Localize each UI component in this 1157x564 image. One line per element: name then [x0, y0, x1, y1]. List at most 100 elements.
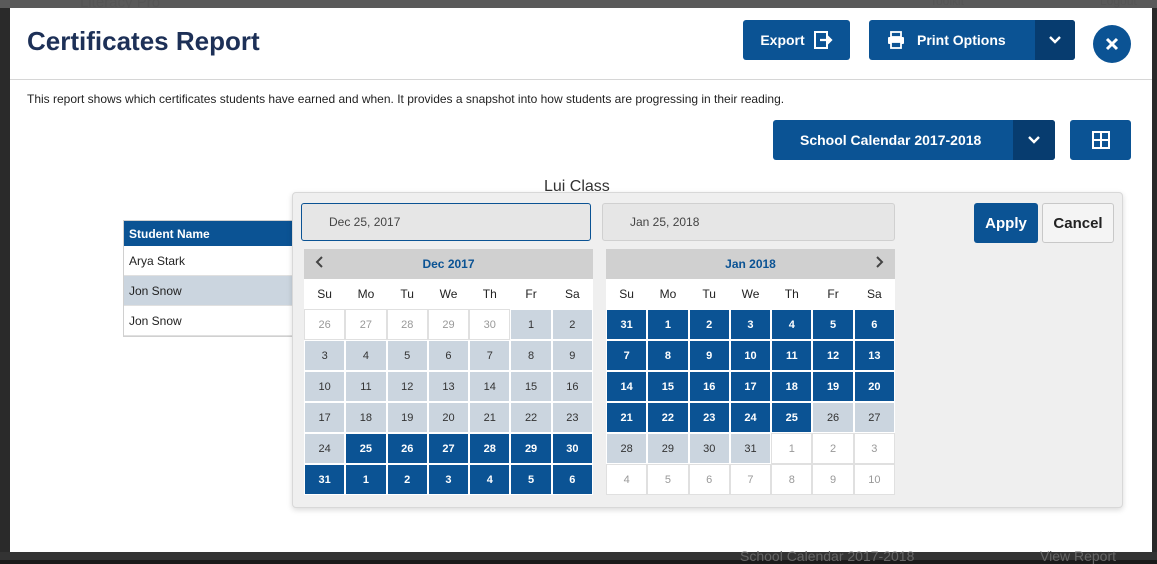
calendar-day[interactable]: 14 [606, 371, 648, 402]
calendar-day[interactable]: 24 [729, 402, 772, 433]
calendar-day[interactable]: 30 [551, 433, 593, 464]
school-calendar-select[interactable]: School Calendar 2017-2018 [773, 120, 1055, 160]
calendar-day[interactable]: 27 [853, 402, 895, 433]
calendar-day[interactable]: 8 [647, 340, 689, 371]
calendar-day[interactable]: 23 [551, 402, 593, 433]
calendar-day[interactable]: 7 [606, 340, 648, 371]
calendar-day[interactable]: 28 [386, 309, 428, 340]
calendar-day[interactable]: 18 [345, 402, 387, 433]
weekday-label: Fr [827, 287, 839, 301]
calendar-day[interactable]: 6 [427, 340, 470, 371]
calendar-day[interactable]: 29 [647, 433, 689, 464]
calendar-day[interactable]: 7 [729, 464, 772, 495]
calendar-day[interactable]: 3 [729, 309, 772, 340]
calendar-day[interactable]: 22 [647, 402, 689, 433]
calendar-day[interactable]: 20 [853, 371, 895, 402]
calendar-day[interactable]: 29 [427, 309, 470, 340]
calendar-day[interactable]: 7 [469, 340, 511, 371]
calendar-day[interactable]: 19 [812, 371, 854, 402]
calendar-day[interactable]: 27 [427, 433, 470, 464]
calendar-day[interactable]: 8 [510, 340, 552, 371]
calendar-day[interactable]: 22 [510, 402, 552, 433]
calendar-day[interactable]: 1 [345, 464, 387, 495]
calendar-day[interactable]: 17 [304, 402, 346, 433]
calendar-day[interactable]: 3 [427, 464, 470, 495]
print-options-button[interactable]: Print Options [869, 20, 1075, 60]
calendar-day[interactable]: 26 [812, 402, 854, 433]
calendar-day[interactable]: 13 [427, 371, 470, 402]
grid-view-button[interactable] [1070, 120, 1131, 160]
calendar-day[interactable]: 12 [812, 340, 854, 371]
print-options-main[interactable]: Print Options [869, 20, 1035, 60]
calendar-day[interactable]: 1 [771, 433, 813, 464]
calendar-day[interactable]: 20 [427, 402, 470, 433]
prev-month-button[interactable] [312, 255, 328, 273]
next-month-button[interactable] [871, 255, 887, 273]
calendar-day[interactable]: 4 [771, 309, 813, 340]
calendar-day[interactable]: 15 [510, 371, 552, 402]
calendar-day[interactable]: 27 [345, 309, 387, 340]
calendar-day[interactable]: 9 [551, 340, 593, 371]
close-button[interactable] [1093, 25, 1131, 63]
calendar-day[interactable]: 21 [469, 402, 511, 433]
calendar-day[interactable]: 11 [771, 340, 813, 371]
calendar-day[interactable]: 10 [304, 371, 346, 402]
calendar-day[interactable]: 5 [386, 340, 428, 371]
calendar-day[interactable]: 2 [812, 433, 854, 464]
calendar-day[interactable]: 16 [551, 371, 593, 402]
backdrop-calendar: School Calendar 2017-2018 [740, 548, 915, 564]
calendar-day[interactable]: 13 [853, 340, 895, 371]
apply-button[interactable]: Apply [974, 203, 1038, 243]
calendar-day[interactable]: 29 [510, 433, 552, 464]
calendar-day[interactable]: 30 [469, 309, 511, 340]
calendar-day[interactable]: 15 [647, 371, 689, 402]
calendar-day[interactable]: 3 [853, 433, 895, 464]
calendar-day[interactable]: 1 [647, 309, 689, 340]
calendar-day[interactable]: 3 [304, 340, 346, 371]
calendar-day[interactable]: 31 [729, 433, 772, 464]
calendar-day[interactable]: 21 [606, 402, 648, 433]
calendar-day[interactable]: 6 [853, 309, 895, 340]
calendar-day[interactable]: 4 [469, 464, 511, 495]
school-calendar-dropdown[interactable] [1013, 120, 1055, 160]
calendar-day[interactable]: 26 [304, 309, 346, 340]
calendar-day[interactable]: 10 [853, 464, 895, 495]
calendar-day[interactable]: 2 [688, 309, 730, 340]
calendar-day[interactable]: 23 [688, 402, 730, 433]
calendar-day[interactable]: 6 [688, 464, 730, 495]
calendar-day[interactable]: 25 [345, 433, 387, 464]
calendar-day[interactable]: 11 [345, 371, 387, 402]
calendar-day[interactable]: 5 [510, 464, 552, 495]
calendar-day[interactable]: 18 [771, 371, 813, 402]
end-date-input[interactable]: Jan 25, 2018 [602, 203, 895, 241]
calendar-day[interactable]: 2 [386, 464, 428, 495]
export-button[interactable]: Export [743, 20, 850, 60]
calendar-day[interactable]: 4 [345, 340, 387, 371]
calendar-day[interactable]: 6 [551, 464, 593, 495]
calendar-day[interactable]: 28 [606, 433, 648, 464]
calendar-day[interactable]: 26 [386, 433, 428, 464]
calendar-day[interactable]: 16 [688, 371, 730, 402]
calendar-day[interactable]: 14 [469, 371, 511, 402]
calendar-day[interactable]: 10 [729, 340, 772, 371]
calendar-day[interactable]: 17 [729, 371, 772, 402]
calendar-day[interactable]: 31 [606, 309, 648, 340]
calendar-day[interactable]: 12 [386, 371, 428, 402]
calendar-day[interactable]: 28 [469, 433, 511, 464]
cancel-button[interactable]: Cancel [1042, 203, 1114, 243]
calendar-day[interactable]: 19 [386, 402, 428, 433]
calendar-day[interactable]: 5 [647, 464, 689, 495]
calendar-day[interactable]: 30 [688, 433, 730, 464]
calendar-day[interactable]: 9 [812, 464, 854, 495]
calendar-day[interactable]: 1 [510, 309, 552, 340]
calendar-day[interactable]: 8 [771, 464, 813, 495]
calendar-day[interactable]: 4 [606, 464, 648, 495]
calendar-day[interactable]: 9 [688, 340, 730, 371]
start-date-input[interactable]: Dec 25, 2017 [301, 203, 591, 241]
calendar-day[interactable]: 25 [771, 402, 813, 433]
calendar-day[interactable]: 2 [551, 309, 593, 340]
print-options-dropdown[interactable] [1035, 20, 1075, 60]
calendar-day[interactable]: 31 [304, 464, 346, 495]
calendar-day[interactable]: 24 [304, 433, 346, 464]
calendar-day[interactable]: 5 [812, 309, 854, 340]
